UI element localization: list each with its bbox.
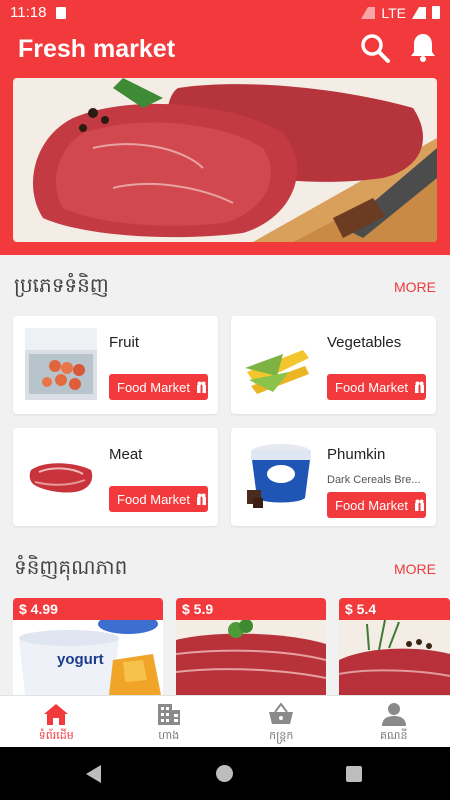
gift-icon <box>414 499 424 511</box>
category-card-phumkin[interactable]: Phumkin Dark Cereals Bre... Food Market <box>231 428 436 526</box>
product-price: $ 5.9 <box>176 598 326 620</box>
home-icon <box>44 704 69 725</box>
basket-icon <box>269 702 294 724</box>
building-icon <box>157 704 180 725</box>
status-bar: 11:18 LTE <box>0 0 450 25</box>
back-icon[interactable] <box>86 765 101 783</box>
nav-label: គណនី <box>380 729 408 742</box>
product-card-yogurt[interactable]: $ 4.99 yogurt <box>13 598 163 695</box>
status-time: 11:18 <box>10 4 47 21</box>
categories-more-link[interactable]: MORE <box>394 279 436 295</box>
food-market-button[interactable]: Food Market <box>109 486 208 512</box>
categories-section-header: ប្រភេទទំនិញ MORE <box>14 272 436 302</box>
product-price: $ 4.99 <box>13 598 163 620</box>
wifi-icon <box>361 6 376 19</box>
product-price: $ 5.4 <box>339 598 450 620</box>
category-name: Vegetables <box>327 334 402 351</box>
gift-icon <box>196 493 206 505</box>
meat-banner-image <box>13 78 437 242</box>
system-nav-bar <box>0 747 450 800</box>
product-card-beef[interactable]: $ 5.9 <box>176 598 326 695</box>
quality-heading: ទំនិញគុណភាព <box>14 555 128 579</box>
yogurt-label: yogurt <box>57 651 104 668</box>
steak-image <box>339 620 450 695</box>
food-market-button[interactable]: Food Market <box>109 374 208 400</box>
food-market-button[interactable]: Food Market <box>327 374 426 400</box>
nav-label: ទំព័រដើម <box>38 729 74 742</box>
category-card-meat[interactable]: Meat Food Market <box>13 428 218 526</box>
network-type: LTE <box>381 4 406 21</box>
bell-icon[interactable] <box>408 31 438 63</box>
gift-icon <box>414 381 424 393</box>
nav-label: កន្ត្រក <box>269 729 294 742</box>
status-icons: LTE <box>361 5 440 21</box>
meat-image <box>25 440 97 512</box>
recents-icon[interactable] <box>346 766 362 782</box>
categories-heading: ប្រភេទទំនិញ <box>14 273 109 297</box>
search-icon[interactable] <box>360 33 390 63</box>
person-icon <box>381 703 406 726</box>
gift-icon <box>196 381 206 393</box>
nav-item-home[interactable]: ទំព័រដើម <box>0 696 113 747</box>
app-title: Fresh market <box>18 35 176 63</box>
quality-more-link[interactable]: MORE <box>394 561 436 577</box>
category-name: Fruit <box>109 334 139 351</box>
promo-banner[interactable] <box>13 78 437 242</box>
nav-item-account[interactable]: គណនី <box>338 696 450 747</box>
vegetables-image <box>243 328 315 400</box>
signal-icon <box>412 6 426 19</box>
category-card-fruit[interactable]: Fruit Food Market <box>13 316 218 414</box>
category-name: Phumkin <box>327 446 386 463</box>
bottom-navigation: ទំព័រដើម ហាង កន្ត្រក គណនី <box>0 695 450 747</box>
fruit-image <box>25 328 97 400</box>
nav-item-basket[interactable]: កន្ត្រក <box>225 696 338 747</box>
category-name: Meat <box>109 446 143 463</box>
category-card-vegetables[interactable]: Vegetables Food Market <box>231 316 436 414</box>
cereal-tub-image <box>243 440 315 512</box>
battery-icon <box>432 6 440 19</box>
nav-item-store[interactable]: ហាង <box>113 696 226 747</box>
home-circle-icon[interactable] <box>216 765 233 782</box>
sd-card-icon <box>56 6 67 19</box>
food-market-button[interactable]: Food Market <box>327 492 426 518</box>
product-card-steak[interactable]: $ 5.4 <box>339 598 450 695</box>
beef-image <box>176 620 326 695</box>
nav-label: ហាង <box>158 729 180 742</box>
quality-section-header: ទំនិញគុណភាព MORE <box>14 554 436 584</box>
yogurt-image: yogurt <box>13 620 163 695</box>
category-subtitle: Dark Cereals Bre... <box>327 474 421 486</box>
